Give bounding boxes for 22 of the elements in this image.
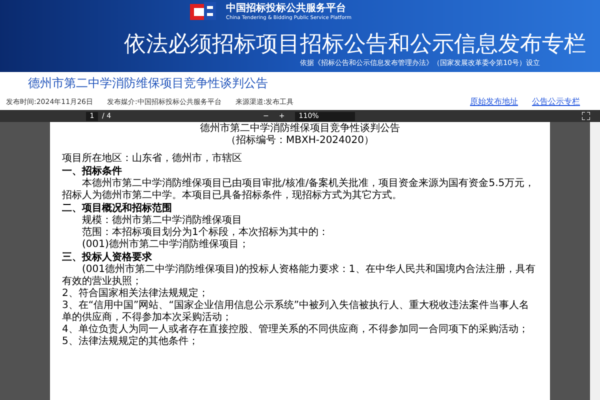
- link[interactable]: 原始发布地址: [470, 96, 518, 108]
- notice-title: 德州市第二中学消防维保项目竞争性谈判公告: [28, 75, 268, 92]
- document-text: 项目所在地区：山东省，德州市，市辖区: [62, 153, 243, 165]
- document-text: 3、在“信用中国”网站、“国家企业信用信息公示系统”中被列入失信被执行人、重大税收违法案件当事人名单的供应商，不得参加本次采购活动；: [62, 300, 530, 324]
- fullscreen-icon[interactable]: [582, 112, 590, 120]
- document-text: 规模：德州市第二中学消防维保项目: [81, 215, 243, 226]
- document-text: 本德州市第二中学消防维保项目已由项目审批/核准/备案机关批准，项目资金来源为国有资金5.5万元，招标人为德州市第二中学。本项目已具备招标条件，现招标方式为其它方式。: [62, 178, 536, 202]
- document-text: 4、单位负责人为同一人或者存在直接控股、管理关系的不同供应商，不得参加同一合同项下的采购活动；: [62, 324, 530, 336]
- section-heading: 三、投标人资格要求: [62, 251, 153, 264]
- document-text: （招标编号：MBXH-2024020）: [224, 135, 375, 147]
- section-heading: 一、招标条件: [62, 165, 123, 178]
- document-text: 范围：本招标项目划分为1个标段，本次招标为其中的：: [81, 227, 330, 238]
- document-text: (001)德州市第二中学消防维保项目；: [81, 239, 250, 251]
- logo-icon: [190, 2, 218, 22]
- document-text: 2、符合国家相关法律法规规定；: [62, 288, 210, 300]
- document-title: 德州市第二中学消防维保项目竞争性谈判公告: [199, 123, 401, 134]
- document-text: (001德州市第二中学消防维保项目)的投标人资格能力要求：1、在中华人民共和国境内合法注册，具有有效的营业执照；: [62, 264, 536, 288]
- link[interactable]: 公告公示专栏: [532, 96, 580, 108]
- document-text: 5、法律法规规定的其他条件；: [62, 336, 200, 348]
- platform-name: 中国招标投标公共服务平台: [226, 4, 347, 14]
- section-heading: 二、项目概况和招标范围: [62, 202, 173, 214]
- banner-title: 依法必须招标项目招标公告和公示信息发布专栏: [124, 31, 586, 59]
